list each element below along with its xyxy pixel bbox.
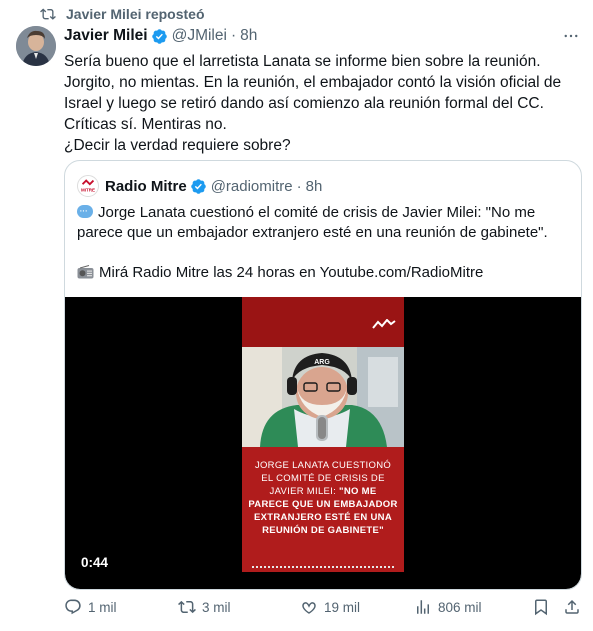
video-frame: ARG JORGE LANATA CUESTIONÓ EL COMITÉ DE … — [242, 297, 404, 572]
quoted-text-line: Jorge Lanata cuestionó el comité de cris… — [98, 204, 536, 221]
video-thumbnail-image: ARG — [242, 347, 404, 447]
video-caption: JORGE LANATA CUESTIONÓ EL COMITÉ DE CRIS… — [246, 459, 400, 537]
reply-button[interactable]: 1 mil — [64, 598, 117, 616]
caption-line: "NO ME — [339, 486, 377, 497]
repost-count: 3 mil — [202, 599, 231, 615]
views-count: 806 mil — [438, 599, 482, 615]
tweet-text-line: Jorgito, no mientas. En la reunión, el e… — [64, 74, 562, 91]
quoted-author-handle: @radiomitre — [210, 177, 293, 195]
share-button[interactable] — [563, 598, 581, 616]
more-icon — [564, 34, 578, 38]
caption-line: EL COMITÉ DE CRISIS DE — [261, 473, 385, 484]
like-button[interactable]: 19 mil — [300, 598, 360, 616]
video-progress-dots — [252, 566, 394, 568]
tweet-text: Sería bueno que el larretista Lanata se … — [64, 51, 584, 156]
repost-label: Javier Milei reposteó — [66, 6, 205, 22]
video-player[interactable]: ARG JORGE LANATA CUESTIONÓ EL COMITÉ DE … — [65, 297, 581, 589]
tweet-text-line: Críticas sí. Mentiras no. — [64, 116, 227, 133]
tweet-header: Javier Milei @JMilei · 8h — [64, 26, 581, 46]
quoted-text-line: parece que un embajador extranjero esté … — [77, 224, 548, 241]
caption-line: PARECE QUE UN EMBAJADOR — [248, 499, 398, 510]
heart-icon — [302, 602, 316, 614]
video-duration: 0:44 — [81, 555, 109, 570]
avatar[interactable] — [16, 26, 56, 66]
verified-badge-icon — [151, 28, 167, 44]
quoted-tweet-header: MITRE Radio Mitre @radiomitre · 8h — [77, 175, 322, 197]
svg-text:ARG: ARG — [314, 359, 330, 366]
speech-bubble-icon — [77, 201, 93, 221]
caption-line: JORGE LANATA CUESTIONÓ — [254, 460, 392, 471]
quoted-author-name: Radio Mitre — [105, 177, 187, 195]
tweet-timestamp[interactable]: 8h — [240, 27, 257, 45]
repost-indicator[interactable]: Javier Milei reposteó — [40, 6, 205, 22]
caption-line: EXTRANJERO ESTÉ EN UNA — [253, 512, 393, 523]
tweet-text-line: Sería bueno que el larretista Lanata se … — [64, 53, 541, 70]
views-icon — [417, 600, 429, 614]
svg-text:MITRE: MITRE — [81, 187, 95, 192]
tweet-actions: 1 mil 3 mil 19 mil 806 mil — [64, 598, 584, 622]
caption-line: JAVIER MILEI: — [269, 486, 340, 497]
caption-line: REUNIÓN DE GABINETE" — [262, 525, 384, 536]
repost-icon — [178, 600, 196, 614]
radio-mitre-logo: MITRE — [77, 175, 99, 197]
verified-badge-icon — [190, 178, 206, 194]
separator-dot: · — [296, 177, 302, 195]
radio-icon — [77, 265, 94, 279]
more-options-button[interactable] — [561, 26, 581, 46]
bookmark-icon — [535, 599, 547, 616]
video-top-band — [242, 297, 404, 347]
quoted-text-line: Mirá Radio Mitre las 24 horas en Youtube… — [99, 264, 484, 281]
separator-dot: · — [230, 27, 237, 44]
quoted-timestamp: 8h — [305, 177, 323, 195]
tweet-text-line: ¿Decir la verdad requiere sobre? — [64, 137, 291, 154]
author-name[interactable]: Javier Milei — [64, 27, 148, 45]
bookmark-button[interactable] — [532, 598, 550, 616]
author-handle[interactable]: @JMilei — [172, 27, 227, 45]
mitre-logo-icon — [372, 319, 396, 329]
repost-button[interactable]: 3 mil — [178, 598, 231, 616]
share-icon — [565, 599, 579, 614]
quoted-tweet[interactable]: MITRE Radio Mitre @radiomitre · 8h Jorge… — [64, 160, 582, 590]
views-button[interactable]: 806 mil — [414, 598, 482, 616]
reply-count: 1 mil — [88, 599, 117, 615]
repost-icon — [40, 8, 56, 20]
tweet-text-line: Israel y luego se retiró dando así comie… — [64, 95, 544, 112]
like-count: 19 mil — [324, 599, 361, 615]
quoted-tweet-text: Jorge Lanata cuestionó el comité de cris… — [77, 201, 572, 283]
reply-icon — [65, 599, 81, 615]
